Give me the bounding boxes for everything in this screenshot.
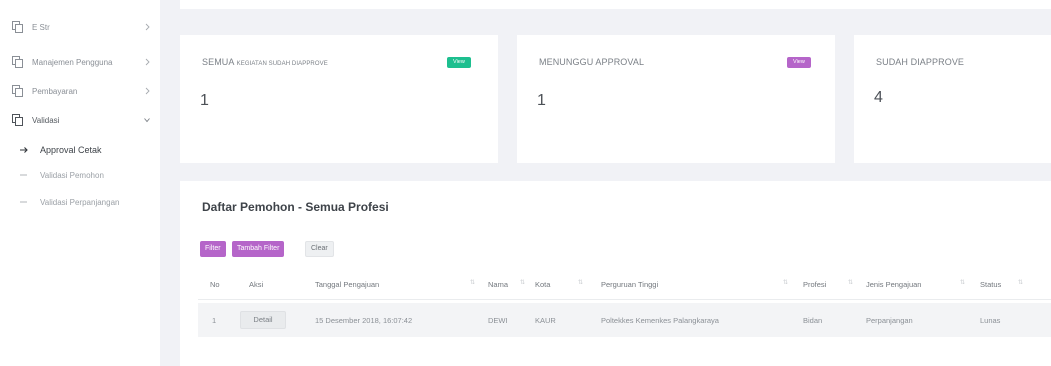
table-row: 1 Detail 15 Desember 2018, 16:07:42 DEWI…	[198, 303, 1051, 337]
sidebar-item-label: E Str	[32, 22, 50, 32]
column-header-status[interactable]: Status	[980, 280, 1001, 289]
sidebar-subitem-validasi-perpanjangan[interactable]: Validasi Perpanjangan	[0, 193, 160, 211]
sidebar-subitem-label: Validasi Pemohon	[40, 170, 104, 180]
sort-icon[interactable]: ⇅	[783, 279, 788, 286]
sidebar: E Str Manajemen Pengguna Pembayaran Vali…	[0, 0, 160, 366]
column-header-profesi[interactable]: Profesi	[803, 280, 826, 289]
arrow-right-icon	[20, 147, 28, 153]
chevron-down-icon	[144, 118, 150, 123]
cell-type: Perpanjangan	[866, 316, 913, 325]
card-title: MENUNGGU APPROVAL	[539, 57, 645, 67]
column-header-tanggal[interactable]: Tanggal Pengajuan	[315, 280, 379, 289]
sort-icon[interactable]: ⇅	[960, 279, 965, 286]
column-header-no[interactable]: No	[210, 280, 220, 289]
copy-icon	[12, 85, 23, 97]
sidebar-item-pembayaran[interactable]: Pembayaran	[0, 81, 160, 101]
cell-date: 15 Desember 2018, 16:07:42	[315, 316, 413, 325]
chevron-right-icon	[145, 58, 150, 66]
copy-icon	[12, 56, 23, 68]
sidebar-item-estr[interactable]: E Str	[0, 17, 160, 37]
chevron-right-icon	[145, 23, 150, 31]
detail-button[interactable]: Detail	[240, 311, 286, 329]
page-title: Daftar Pemohon - Semua Profesi	[202, 200, 389, 214]
column-header-perguruan-tinggi[interactable]: Perguruan Tinggi	[601, 280, 658, 289]
filter-button[interactable]: Filter	[200, 241, 226, 257]
add-filter-button[interactable]: Tambah Filter	[232, 241, 285, 257]
sidebar-item-label: Manajemen Pengguna	[32, 57, 113, 67]
sidebar-subitem-label: Approval Cetak	[40, 145, 102, 155]
chevron-right-icon	[145, 87, 150, 95]
sidebar-subitem-validasi-pemohon[interactable]: Validasi Pemohon	[0, 166, 160, 184]
column-header-nama[interactable]: Nama	[488, 280, 508, 289]
sort-icon[interactable]: ⇅	[848, 279, 853, 286]
sidebar-item-validasi[interactable]: Validasi	[0, 110, 160, 130]
sort-icon[interactable]: ⇅	[578, 279, 583, 286]
sidebar-item-manajemen-pengguna[interactable]: Manajemen Pengguna	[0, 52, 160, 72]
sidebar-subitem-approval-cetak[interactable]: Approval Cetak	[0, 141, 160, 159]
sort-icon[interactable]: ⇅	[520, 279, 525, 286]
card-title: SEMUA KEGIATAN SUDAH DIAPPROVE	[202, 57, 328, 67]
sidebar-subitem-label: Validasi Perpanjangan	[40, 197, 120, 207]
copy-icon	[12, 114, 23, 126]
top-bar	[180, 0, 1051, 9]
stat-card-menunggu-approval: MENUNGGU APPROVAL View 1	[517, 35, 835, 163]
cell-no: 1	[212, 316, 217, 325]
sidebar-item-label: Validasi	[32, 115, 60, 125]
sort-icon[interactable]: ⇅	[470, 279, 475, 286]
view-button[interactable]: View	[787, 57, 811, 68]
cell-name: DEWI	[488, 316, 508, 325]
view-button[interactable]: View	[447, 57, 471, 68]
card-value: 4	[874, 89, 883, 106]
column-header-aksi[interactable]: Aksi	[249, 280, 263, 289]
column-header-kota[interactable]: Kota	[535, 280, 550, 289]
arrow-right-icon	[20, 201, 27, 203]
clear-button[interactable]: Clear	[305, 241, 334, 257]
cell-status: Lunas	[980, 316, 1001, 325]
card-value: 1	[200, 92, 209, 109]
sidebar-item-label: Pembayaran	[32, 86, 78, 96]
table-header: No Aksi Tanggal Pengajuan ⇅ Nama ⇅ Kota …	[198, 268, 1051, 300]
cell-city: KAUR	[535, 316, 556, 325]
cell-profession: Bidan	[803, 316, 823, 325]
arrow-right-icon	[20, 174, 27, 176]
stat-card-semua: SEMUA KEGIATAN SUDAH DIAPPROVE View 1	[180, 35, 498, 163]
cell-university: Poltekkes Kemenkes Palangkaraya	[601, 316, 719, 325]
applicant-list-panel: Daftar Pemohon - Semua Profesi Filter Ta…	[180, 181, 1051, 366]
card-title: SUDAH DIAPPROVE	[876, 57, 965, 67]
column-header-jenis-pengajuan[interactable]: Jenis Pengajuan	[866, 280, 921, 289]
stat-card-sudah-diapprove: SUDAH DIAPPROVE 4	[854, 35, 1051, 163]
card-value: 1	[537, 92, 546, 109]
copy-icon	[12, 21, 23, 33]
sort-icon[interactable]: ⇅	[1018, 279, 1023, 286]
